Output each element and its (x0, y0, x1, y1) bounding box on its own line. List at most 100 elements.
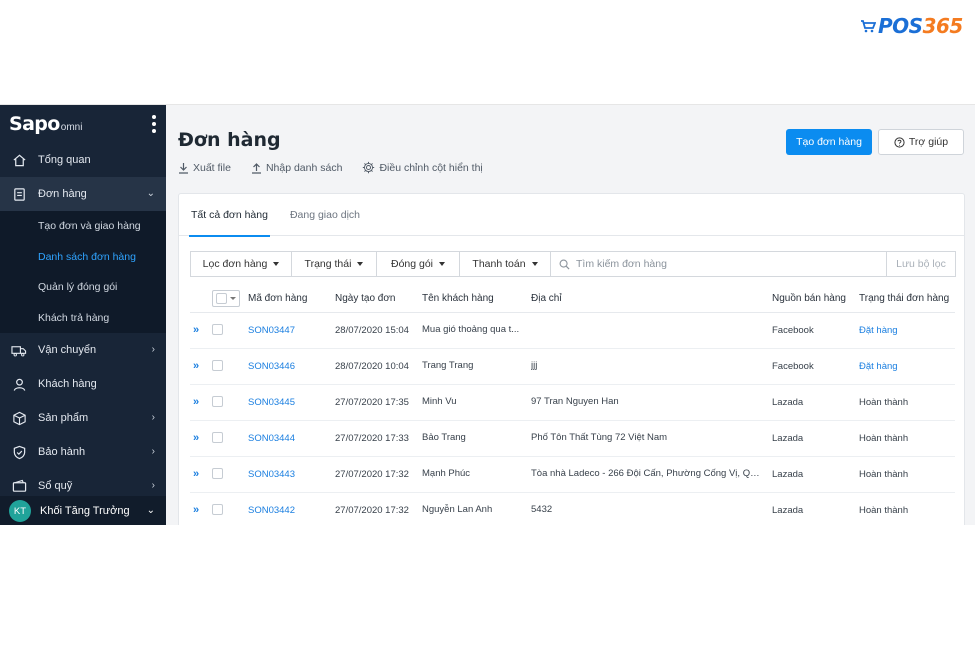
row-checkbox[interactable] (212, 396, 223, 408)
sidebar-item-label: Bảo hành (38, 446, 86, 458)
table-row[interactable]: » SON03447 28/07/2020 15:04 Mua gió thoảng … (190, 312, 955, 349)
screenshot-stage: POS365 Sapo omni Tổng quan Đơn hàng ⌄ Tạ… (0, 0, 977, 650)
avatar: KT (9, 500, 31, 522)
status-filter-dropdown[interactable]: Trạng thái (291, 251, 377, 277)
sidebar-item-products[interactable]: Sản phẩm › (0, 401, 166, 435)
expand-row-icon[interactable]: » (190, 384, 212, 421)
chevron-down-icon: ⌄ (146, 188, 155, 199)
sidebar-item-label: Tổng quan (38, 154, 91, 166)
chevron-right-icon: › (151, 480, 155, 491)
sales-source: Facebook (772, 348, 859, 385)
caret-down-icon (357, 262, 364, 266)
order-code-link[interactable]: SON03444 (248, 433, 295, 444)
import-list-link[interactable]: Nhập danh sách (251, 161, 342, 174)
orders-table-body: » SON03447 28/07/2020 15:04 Mua gió thoảng … (190, 312, 955, 525)
customer-name: Mạnh Phúc (422, 468, 471, 480)
chevron-right-icon: › (151, 344, 155, 355)
tab-all-orders[interactable]: Tất cả đơn hàng (189, 194, 270, 237)
col-order-code[interactable]: Mã đơn hàng (248, 286, 335, 313)
sidebar-item-overview[interactable]: Tổng quan (0, 143, 166, 177)
create-order-button[interactable]: Tạo đơn hàng (786, 129, 872, 155)
expand-row-icon[interactable]: » (190, 312, 212, 349)
sidebar-item-warranty[interactable]: Bảo hành › (0, 435, 166, 469)
payment-filter-dropdown[interactable]: Thanh toán (459, 251, 551, 277)
col-sales-source[interactable]: Nguồn bán hàng (772, 286, 859, 313)
order-code-link[interactable]: SON03447 (248, 325, 295, 336)
truck-icon (11, 342, 27, 358)
order-date: 28/07/2020 10:04 (335, 348, 422, 385)
wallet-icon (11, 478, 27, 494)
omni-label: omni (60, 122, 83, 133)
sales-source: Facebook (772, 312, 859, 349)
order-address: 5432 (531, 504, 553, 516)
user-switcher[interactable]: KT Khối Tăng Trưởng ⌄ (0, 496, 166, 525)
col-created-date[interactable]: Ngày tạo đơn (335, 286, 422, 313)
expand-row-icon[interactable]: » (190, 420, 212, 457)
order-address: Tòa nhà Ladeco - 266 Đội Cấn, Phường Cốn… (531, 468, 763, 480)
sidebar-item-customers[interactable]: Khách hàng (0, 367, 166, 401)
table-row[interactable]: » SON03443 27/07/2020 17:32 Mạnh Phúc Tòa nh… (190, 456, 955, 493)
page-title: Đơn hàng (178, 129, 281, 151)
packing-filter-dropdown[interactable]: Đóng gói (376, 251, 460, 277)
sidebar-item-label: Sổ quỹ (38, 480, 73, 492)
row-checkbox[interactable] (212, 360, 223, 372)
table-row[interactable]: » SON03444 27/07/2020 17:33 Bảo Trang Phố Tô… (190, 420, 955, 457)
expand-row-icon[interactable]: » (190, 348, 212, 385)
customer-name: Nguyễn Lan Anh (422, 504, 493, 516)
expand-row-icon[interactable]: » (190, 492, 212, 525)
box-icon (11, 410, 27, 426)
shield-icon (11, 444, 27, 460)
search-input[interactable]: Tìm kiếm đơn hàng (550, 251, 887, 277)
order-status: Hoàn thành (859, 396, 909, 408)
download-icon (179, 162, 188, 174)
col-customer-name[interactable]: Tên khách hàng (422, 286, 531, 313)
row-checkbox[interactable] (212, 504, 223, 516)
help-button[interactable]: Trợ giúp (878, 129, 964, 155)
col-order-status[interactable]: Trạng thái đơn hàng (859, 286, 955, 313)
chevron-down-icon: ⌄ (146, 505, 155, 516)
orders-submenu: Tạo đơn và giao hàng Danh sách đơn hàng … (0, 211, 166, 333)
sapo-logo[interactable]: Sapo omni (0, 105, 166, 143)
table-row[interactable]: » SON03445 27/07/2020 17:35 Minh Vu 97 Tran … (190, 384, 955, 421)
table-row[interactable]: » SON03442 27/07/2020 17:32 Nguyễn Lan Anh 5… (190, 492, 955, 525)
expand-row-icon[interactable]: » (190, 456, 212, 493)
order-date: 27/07/2020 17:32 (335, 456, 422, 493)
col-address[interactable]: Địa chỉ (531, 286, 772, 313)
caret-down-icon (230, 297, 236, 301)
save-filter-button[interactable]: Lưu bộ lọc (886, 251, 956, 277)
caret-down-icon (273, 262, 280, 266)
row-checkbox[interactable] (212, 432, 223, 444)
sidebar-item-shipping[interactable]: Vận chuyển › (0, 333, 166, 367)
order-filter-dropdown[interactable]: Lọc đơn hàng (190, 251, 292, 277)
sidebar-subitem-returns[interactable]: Khách trả hàng (0, 303, 166, 334)
adjust-columns-link[interactable]: Điều chỉnh cột hiển thị (362, 161, 483, 174)
main-content: Đơn hàng Xuất file Nhập danh sách Điều c… (166, 105, 975, 525)
order-tabs: Tất cả đơn hàng Đang giao dịch (179, 194, 964, 237)
order-address: 97 Tran Nguyen Han (531, 396, 619, 408)
more-vertical-icon[interactable] (152, 115, 156, 133)
user-name: Khối Tăng Trưởng (40, 505, 130, 517)
row-checkbox[interactable] (212, 468, 223, 480)
cart-icon (861, 20, 876, 33)
export-file-link[interactable]: Xuất file (178, 161, 231, 174)
pos365-logo: POS365 (860, 14, 963, 38)
row-checkbox[interactable] (212, 324, 223, 336)
sidebar-subitem-packing[interactable]: Quản lý đóng gói (0, 272, 166, 303)
sidebar-item-orders[interactable]: Đơn hàng ⌄ (0, 177, 166, 211)
table-row[interactable]: » SON03446 28/07/2020 10:04 Trang Trang jjj F… (190, 348, 955, 385)
sidebar-subitem-order-list[interactable]: Danh sách đơn hàng (0, 242, 166, 273)
select-all-checkbox[interactable] (212, 290, 240, 308)
sidebar-subitem-create-order[interactable]: Tạo đơn và giao hàng (0, 211, 166, 242)
order-code-link[interactable]: SON03446 (248, 361, 295, 372)
sidebar-item-label: Đơn hàng (38, 188, 87, 200)
order-code-link[interactable]: SON03442 (248, 505, 295, 516)
customer-name: Minh Vu (422, 396, 457, 408)
order-code-link[interactable]: SON03443 (248, 469, 295, 480)
tab-in-progress[interactable]: Đang giao dịch (290, 194, 360, 236)
order-code-link[interactable]: SON03445 (248, 397, 295, 408)
caret-down-icon (439, 262, 446, 266)
order-date: 27/07/2020 17:32 (335, 492, 422, 525)
sales-source: Lazada (772, 384, 859, 421)
page-actions: Xuất file Nhập danh sách Điều chỉnh cột … (178, 161, 483, 174)
order-date: 27/07/2020 17:33 (335, 420, 422, 457)
